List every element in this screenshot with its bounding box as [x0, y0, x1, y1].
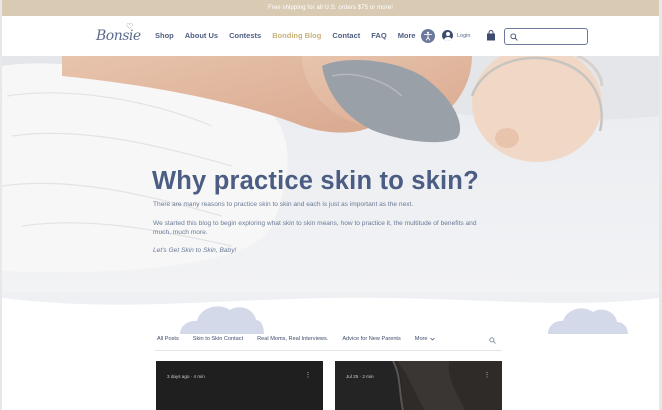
- hero-banner: Why practice skin to skin? There are man…: [2, 56, 659, 292]
- heart-icon: ♡: [126, 22, 134, 31]
- site-search-input[interactable]: [521, 33, 585, 40]
- search-icon[interactable]: [489, 337, 496, 344]
- main-nav: Shop About Us Contests Bonding Blog Cont…: [155, 31, 427, 40]
- nav-item-contests[interactable]: Contests: [229, 31, 261, 40]
- hero-title: Why practice skin to skin?: [152, 167, 479, 195]
- divider: [155, 350, 502, 351]
- blog-post-card[interactable]: 3 days ago · 4 min ⋮: [156, 361, 323, 410]
- user-avatar-icon: [442, 30, 453, 41]
- site-header: Bonsie ♡ Shop About Us Contests Bonding …: [2, 16, 659, 56]
- cloud-icon: [180, 306, 264, 334]
- hero-paragraph: There are many reasons to practice skin …: [153, 201, 414, 208]
- login-button[interactable]: Login: [442, 30, 470, 41]
- post-meta: 3 days ago · 4 min: [167, 374, 205, 379]
- announcement-text: Free shipping for all U.S. orders $75 or…: [268, 5, 393, 11]
- blog-category-nav: All Posts Skin to Skin Contact Real Moms…: [157, 336, 449, 342]
- post-meta: Jul 25 · 2 min: [346, 374, 374, 379]
- chevron-down-icon: [429, 337, 435, 341]
- nav-item-contact[interactable]: Contact: [332, 31, 360, 40]
- hero-tagline: Let's Get Skin to Skin, Baby!: [153, 247, 237, 254]
- cloud-icon: [548, 308, 628, 334]
- nav-item-faq[interactable]: FAQ: [371, 31, 386, 40]
- blog-category-more-label: More: [414, 336, 428, 342]
- shopping-bag-icon[interactable]: [486, 30, 496, 41]
- blog-post-card[interactable]: Jul 25 · 2 min ⋮: [335, 361, 502, 410]
- nav-item-shop[interactable]: Shop: [155, 31, 174, 40]
- site-logo[interactable]: Bonsie ♡: [96, 22, 144, 48]
- blog-category-more[interactable]: More: [415, 336, 435, 342]
- hero-paragraph: We started this blog to begin exploring …: [153, 220, 477, 236]
- blog-category-real-moms[interactable]: Real Moms, Real Interviews.: [257, 336, 328, 342]
- more-vertical-icon[interactable]: ⋮: [305, 371, 312, 379]
- nav-item-bonding-blog[interactable]: Bonding Blog: [272, 31, 321, 40]
- site-search-field[interactable]: [504, 28, 588, 45]
- announcement-bar: Free shipping for all U.S. orders $75 or…: [2, 0, 659, 16]
- login-label: Login: [457, 32, 471, 39]
- logo-text: Bonsie: [96, 28, 141, 44]
- nav-item-about-us[interactable]: About Us: [185, 31, 218, 40]
- blog-category-skin-to-skin[interactable]: Skin to Skin Contact: [193, 336, 243, 342]
- blog-category-all-posts[interactable]: All Posts: [157, 336, 179, 342]
- more-vertical-icon[interactable]: ⋮: [484, 371, 491, 379]
- blog-category-advice[interactable]: Advice for New Parents: [342, 336, 400, 342]
- accessibility-icon: [424, 31, 432, 41]
- accessibility-button[interactable]: [421, 29, 435, 43]
- nav-item-more[interactable]: More: [398, 31, 416, 40]
- post-cover-image: [335, 361, 502, 410]
- cloud-divider: [2, 292, 659, 334]
- search-icon: [510, 32, 518, 41]
